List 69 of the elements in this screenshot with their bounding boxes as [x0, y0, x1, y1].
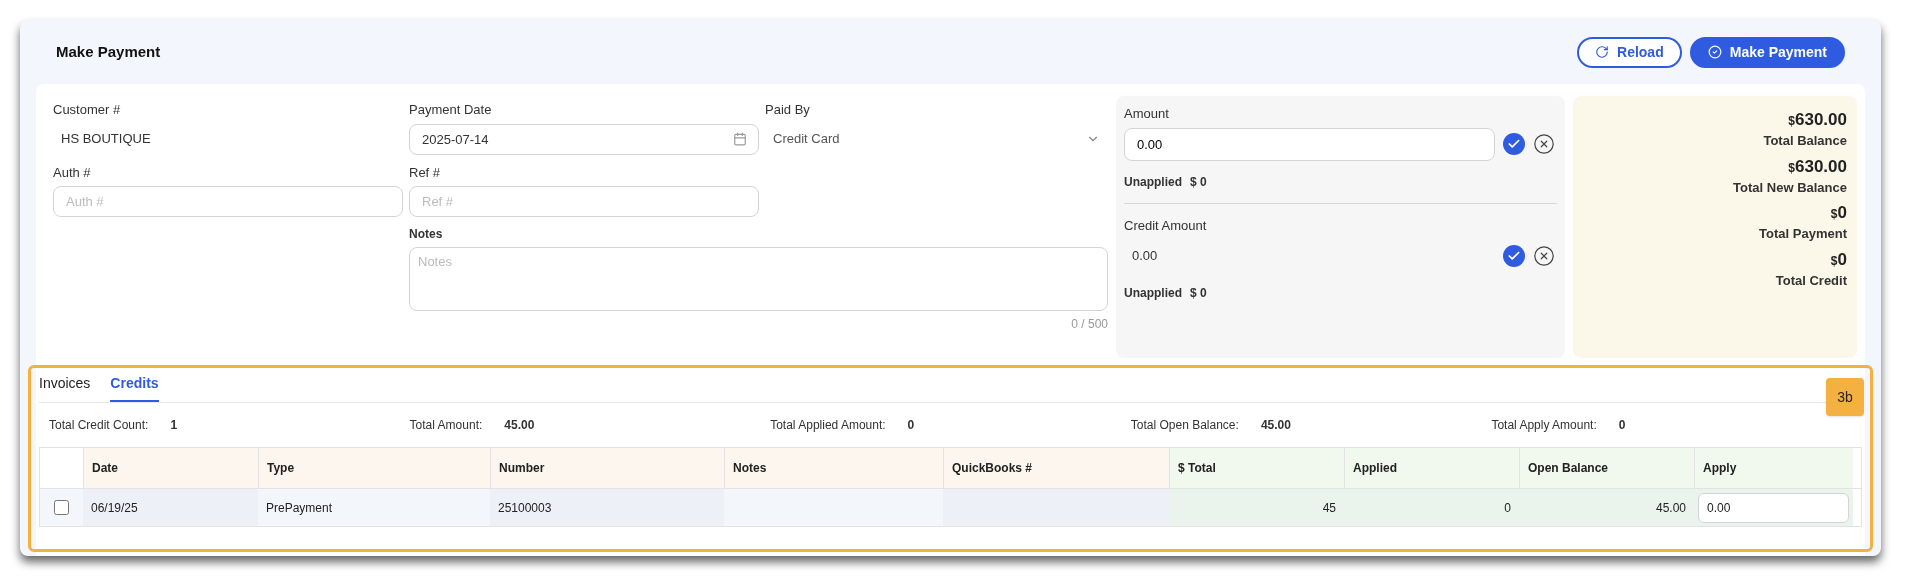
input-field[interactable]: Ref # [409, 186, 759, 217]
table-cell: PrePayment [258, 489, 490, 526]
confirm-check-icon[interactable] [1503, 244, 1525, 267]
total-amount: $0 [1830, 249, 1847, 271]
field-label: Notes [409, 226, 444, 243]
unapplied-value: $ 0 [1190, 173, 1207, 191]
column-header: Open Balance [1519, 448, 1694, 488]
column-header: Applied [1344, 448, 1519, 488]
table-cell: 45 [1169, 489, 1344, 526]
input-field[interactable]: Auth # [53, 186, 403, 217]
field-label: Payment Date [409, 101, 493, 119]
input-field[interactable]: 2025-07-14 [409, 123, 759, 155]
annotation-badge: 3b [1826, 378, 1864, 416]
calendar-icon [733, 131, 747, 146]
reload-button[interactable]: Reload [1577, 36, 1682, 68]
table-cell: 25100003 [490, 489, 724, 526]
field-label: Auth # [53, 163, 92, 182]
notes-field[interactable]: Notes [409, 247, 1108, 311]
total-amount: $630.00 [1788, 110, 1847, 131]
summary-label: Total Credit Count: [49, 417, 149, 434]
summary-label: Total Amount: [409, 417, 483, 434]
summary-label: Total Open Balance: [1130, 417, 1239, 434]
field-label: Ref # [409, 163, 442, 182]
total-label: Total New Balance [1733, 178, 1847, 197]
summary-value: 0 [907, 417, 915, 434]
tab[interactable]: Credits [110, 373, 159, 402]
unapplied-label: Unapplied [1124, 285, 1182, 302]
tab[interactable]: Invoices [39, 373, 91, 402]
column-header: Type [258, 448, 490, 488]
total-amount: $0 [1830, 203, 1847, 224]
table-cell: 45.00 [1519, 489, 1694, 526]
row-checkbox[interactable] [54, 500, 69, 515]
total-label: Total Payment [1759, 225, 1847, 243]
column-header: Date [83, 448, 258, 488]
summary-label: Total Applied Amount: [770, 417, 886, 434]
field-label: Customer # [53, 101, 122, 119]
summary-label: Total Apply Amount: [1491, 417, 1597, 434]
check-circle-icon [1707, 45, 1722, 59]
summary-value: 45.00 [504, 417, 535, 434]
summary-value: 45.00 [1260, 417, 1291, 434]
column-header: $ Total [1169, 448, 1344, 488]
confirm-check-icon[interactable] [1503, 133, 1525, 155]
customer-value: HS BOUTIQUE [60, 130, 152, 149]
summary-value: 1 [170, 417, 178, 434]
field-label: Credit Amount [1124, 216, 1208, 235]
amount-field[interactable]: 0.00 [1124, 127, 1495, 161]
table-cell: 06/19/25 [83, 489, 258, 526]
reload-icon [1595, 45, 1610, 59]
summary-value: 0 [1618, 417, 1626, 434]
credit-amount-value: 0.00 [1131, 246, 1159, 265]
total-label: Total Credit [1775, 271, 1847, 290]
unapplied-label: Unapplied [1124, 173, 1182, 191]
make-payment-button[interactable]: Make Payment [1689, 36, 1845, 68]
character-counter: 0 / 500 [1071, 316, 1108, 333]
column-header: QuickBooks # [943, 448, 1169, 488]
column-header: Apply [1694, 448, 1853, 488]
unapplied-value: $ 0 [1190, 285, 1207, 302]
total-amount: $630.00 [1788, 156, 1847, 178]
total-label: Total Balance [1763, 132, 1847, 150]
column-header: Number [490, 448, 724, 488]
field-label: Paid By [765, 101, 811, 119]
page-title: Make Payment [56, 41, 161, 62]
apply-field[interactable]: 0.00 [1698, 492, 1849, 523]
paid-by-select[interactable]: Credit Card [765, 123, 1108, 155]
table-cell: 0 [1344, 489, 1519, 526]
column-header: Notes [724, 448, 943, 488]
clear-icon[interactable] [1533, 244, 1555, 267]
field-label: Amount [1124, 105, 1170, 123]
clear-icon[interactable] [1533, 133, 1555, 155]
